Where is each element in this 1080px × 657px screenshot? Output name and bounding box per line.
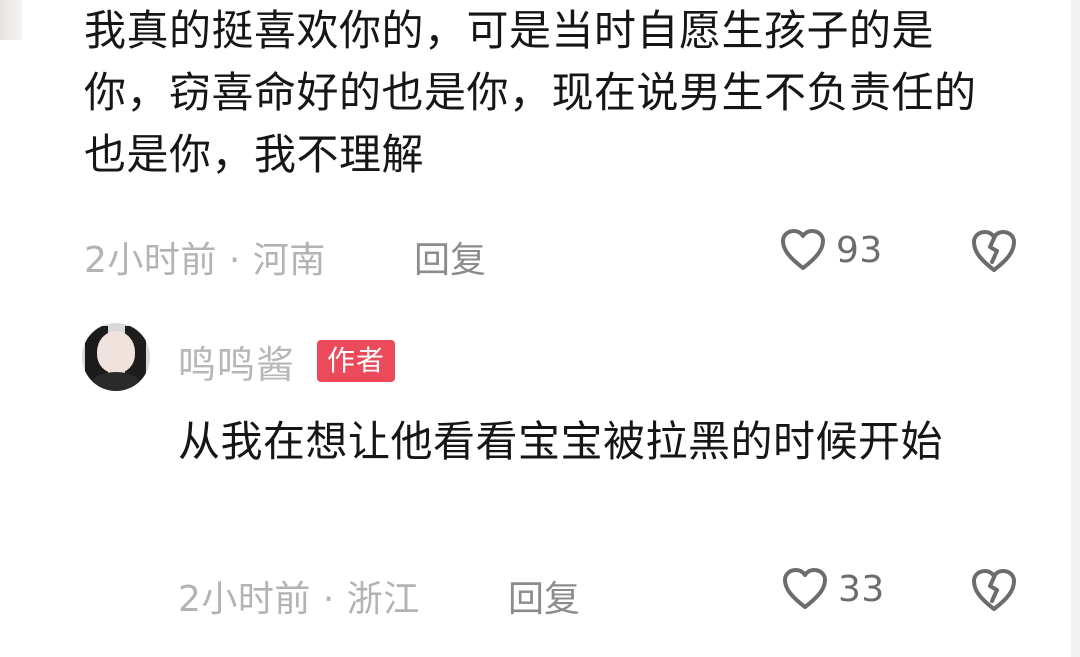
reply-like-button[interactable]: 33 xyxy=(780,566,885,612)
reply-dislike-button[interactable] xyxy=(968,566,1020,614)
broken-heart-icon[interactable] xyxy=(968,227,1020,275)
comment-reply-button[interactable]: 回复 xyxy=(414,231,486,283)
avatar-face xyxy=(97,331,135,373)
reply-time-location: 2小时前 · 浙江 xyxy=(178,579,420,620)
reply-meta-row: 2小时前 · 浙江 回复 33 xyxy=(0,566,1080,620)
comment-dislike-button[interactable] xyxy=(968,227,1020,275)
reply-reply-button[interactable]: 回复 xyxy=(508,570,580,622)
reply-text: 从我在想让他看看宝宝被拉黑的时候开始 xyxy=(178,417,944,466)
heart-icon[interactable] xyxy=(778,227,828,273)
reply-like-count: 33 xyxy=(838,568,885,610)
comment-like-count: 93 xyxy=(836,229,883,271)
heart-icon[interactable] xyxy=(780,566,830,612)
comment-meta-row: 2小时前 · 河南 回复 93 xyxy=(0,227,1080,281)
broken-heart-icon[interactable] xyxy=(968,566,1020,614)
comment-like-button[interactable]: 93 xyxy=(778,227,883,273)
right-edge-strip xyxy=(1071,0,1080,657)
partial-avatar-edge xyxy=(0,0,22,40)
comment-text: 我真的挺喜欢你的，可是当时自愿生孩子的是你，窃喜命好的也是你，现在说男生不负责任… xyxy=(84,6,977,179)
comment-time-location: 2小时前 · 河南 xyxy=(84,240,326,281)
avatar-body xyxy=(91,372,141,391)
reply-username[interactable]: 鸣鸣酱 xyxy=(178,334,295,389)
author-badge: 作者 xyxy=(317,340,396,382)
reply-avatar[interactable] xyxy=(82,323,150,391)
